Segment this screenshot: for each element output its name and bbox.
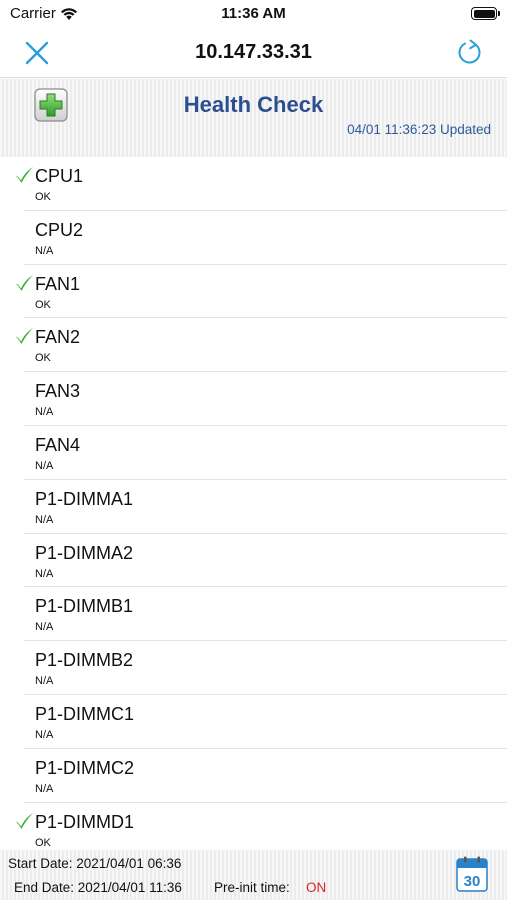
sensor-status: N/A bbox=[35, 621, 54, 634]
nav-title: 10.147.33.31 bbox=[195, 41, 312, 63]
calendar-button[interactable]: 30 bbox=[456, 856, 488, 892]
preinit-label: Pre-init time: bbox=[214, 880, 290, 895]
preinit-value[interactable]: ON bbox=[306, 880, 326, 895]
calendar-icon: 30 bbox=[456, 856, 488, 892]
sensor-row[interactable]: P1-DIMMA2 N/A bbox=[24, 534, 507, 588]
sensor-status: N/A bbox=[35, 675, 54, 688]
sensor-status: N/A bbox=[35, 244, 54, 257]
sensor-name: P1-DIMMA1 bbox=[35, 488, 134, 509]
sensor-name: P1-DIMMB1 bbox=[35, 596, 134, 617]
sensor-row[interactable]: P1-DIMMC1 N/A bbox=[24, 695, 507, 749]
updated-timestamp: 04/01 11:36:23 Updated bbox=[347, 122, 491, 137]
sensor-status: N/A bbox=[35, 782, 54, 795]
sensor-status: N/A bbox=[35, 406, 54, 419]
sensor-row[interactable]: P1-DIMMA1 N/A bbox=[24, 480, 507, 534]
clock: 11:36 AM bbox=[221, 5, 286, 22]
calendar-day: 30 bbox=[464, 873, 481, 890]
sensor-row[interactable]: FAN3 N/A bbox=[24, 372, 507, 426]
sensor-status: N/A bbox=[35, 567, 54, 580]
sensor-row[interactable]: P1-DIMMC2 N/A bbox=[24, 749, 507, 803]
page-title: Health Check bbox=[183, 92, 324, 117]
checkmark-icon bbox=[15, 274, 33, 291]
sensor-row[interactable]: P1-DIMMB2 N/A bbox=[24, 641, 507, 695]
sensor-status: OK bbox=[35, 836, 51, 849]
sensor-status: N/A bbox=[35, 459, 54, 472]
sensor-row[interactable]: P1-DIMMD1 OK bbox=[15, 803, 507, 850]
footer-bar: Start Date: 2021/04/01 06:36 End Date: 2… bbox=[0, 850, 507, 900]
sensor-name: FAN4 bbox=[35, 434, 81, 455]
sensor-status: OK bbox=[35, 298, 51, 311]
sensor-name: FAN3 bbox=[35, 381, 81, 402]
sensor-name: P1-DIMMA2 bbox=[35, 542, 134, 563]
sensor-name: P1-DIMMC1 bbox=[35, 703, 135, 724]
sensor-row[interactable]: CPU1 OK bbox=[15, 157, 507, 211]
refresh-icon bbox=[458, 39, 481, 64]
battery-icon bbox=[471, 7, 500, 20]
checkmark-icon bbox=[15, 167, 33, 183]
checkmark-icon bbox=[15, 328, 33, 345]
sensor-status: OK bbox=[35, 191, 51, 203]
sensor-name: FAN1 bbox=[35, 273, 81, 294]
sensor-name: P1-DIMMB2 bbox=[35, 650, 134, 671]
sensor-status: OK bbox=[35, 352, 51, 365]
checkmark-icon bbox=[15, 812, 33, 829]
sensor-name: P1-DIMMC2 bbox=[35, 757, 135, 778]
sensor-row[interactable]: FAN2 OK bbox=[15, 318, 507, 373]
sensor-status: N/A bbox=[35, 513, 54, 526]
sensor-list[interactable]: CPU1 OK CPU2 N/A FAN1 OK FAN2 OK FAN3 N/A FAN4 N/A P… bbox=[0, 157, 507, 850]
sensor-row[interactable]: CPU2 N/A bbox=[24, 211, 507, 265]
refresh-button[interactable] bbox=[455, 38, 485, 68]
sensor-name: CPU2 bbox=[35, 219, 84, 240]
sensor-name: FAN2 bbox=[35, 327, 81, 348]
sensor-row[interactable]: P1-DIMMB1 N/A bbox=[24, 587, 507, 642]
status-bar: Carrier 11:36 AM bbox=[0, 0, 507, 28]
navigation-bar: 10.147.33.31 bbox=[0, 28, 507, 78]
sensor-row[interactable]: FAN4 N/A bbox=[24, 426, 507, 480]
sensor-name: CPU1 bbox=[35, 166, 84, 186]
health-check-header: Health Check 04/01 11:36:23 Updated bbox=[0, 79, 507, 157]
sensor-row[interactable]: FAN1 OK bbox=[15, 265, 507, 319]
sensor-status: N/A bbox=[35, 728, 54, 741]
end-date: End Date: 2021/04/01 11:36 bbox=[14, 880, 182, 895]
start-date: Start Date: 2021/04/01 06:36 bbox=[8, 856, 182, 871]
sensor-name: P1-DIMMD1 bbox=[35, 811, 135, 832]
